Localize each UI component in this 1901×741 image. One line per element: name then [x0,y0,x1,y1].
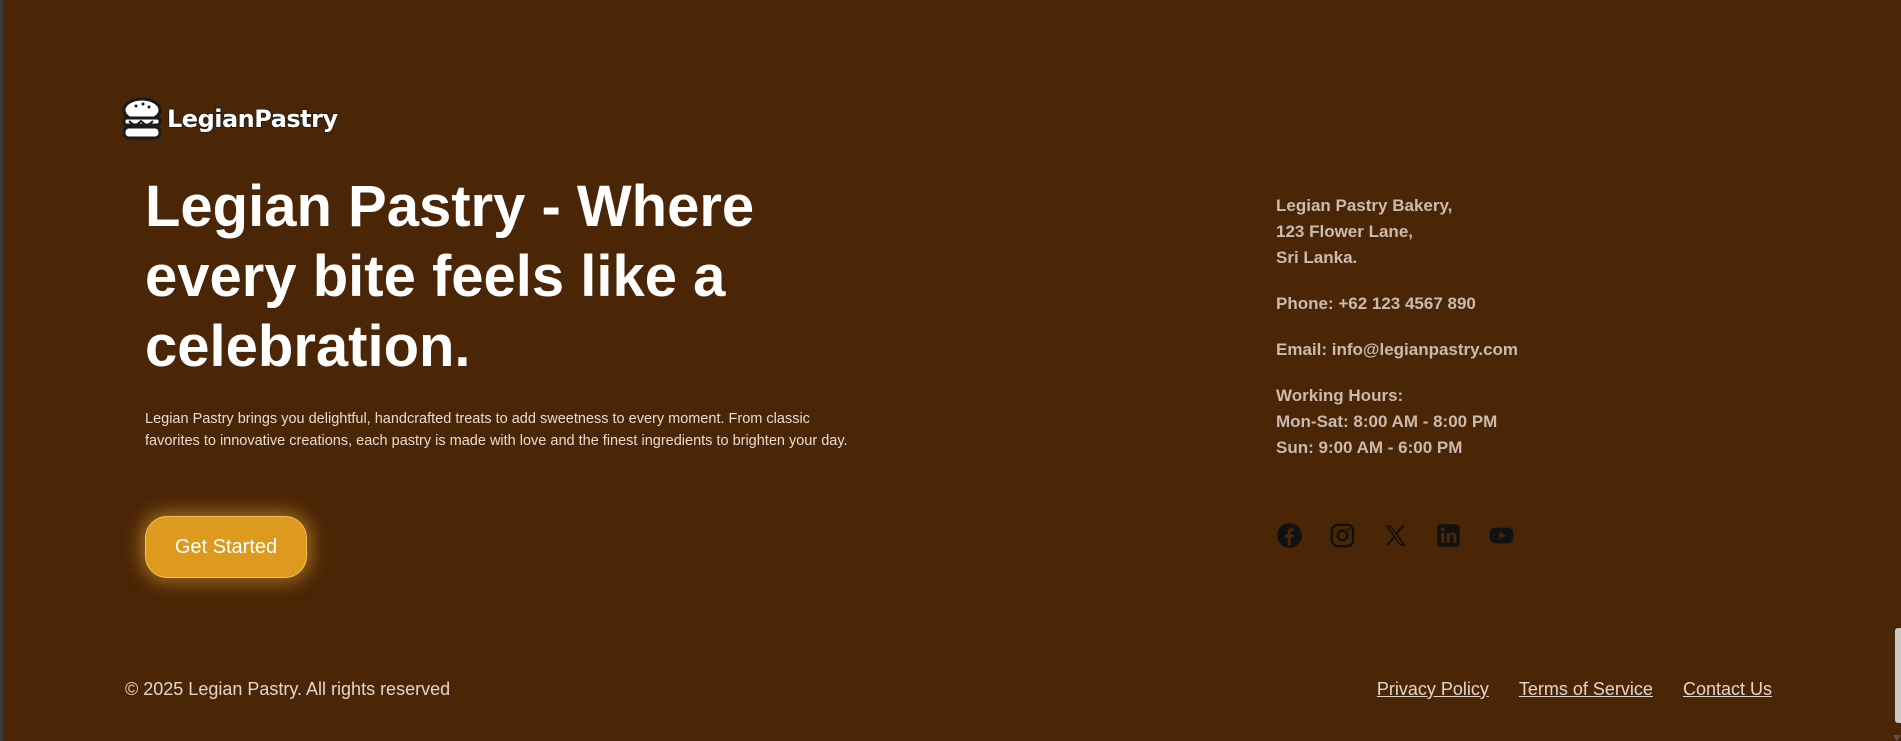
working-hours-sunday: Sun: 9:00 AM - 6:00 PM [1276,438,1463,457]
address-line: Legian Pastry Bakery, [1276,196,1453,215]
footer-nav: Privacy Policy Terms of Service Contact … [1377,679,1772,700]
scroll-down-arrow-icon[interactable] [1893,735,1901,741]
email-address: Email: info@legianpastry.com [1276,340,1519,359]
contact-info: Legian Pastry Bakery, 123 Flower Lane, S… [1276,193,1606,461]
facebook-icon[interactable] [1276,522,1303,549]
address-line: Sri Lanka. [1276,248,1358,267]
contact-us-link[interactable]: Contact Us [1683,679,1772,700]
address-line: 123 Flower Lane, [1276,222,1413,241]
phone-number: Phone: +62 123 4567 890 [1276,294,1476,313]
youtube-icon[interactable] [1488,522,1515,549]
terms-of-service-link[interactable]: Terms of Service [1519,679,1653,700]
x-icon[interactable] [1382,522,1409,549]
footer-section: LegianPastry Legian Pastry - Where every… [0,0,1901,741]
get-started-button[interactable]: Get Started [145,516,307,578]
working-hours-title: Working Hours: [1276,386,1404,405]
hero-description: Legian Pastry brings you delightful, han… [145,411,848,449]
social-links [1276,522,1515,549]
working-hours-weekdays: Mon-Sat: 8:00 AM - 8:00 PM [1276,412,1498,431]
privacy-policy-link[interactable]: Privacy Policy [1377,679,1489,700]
brand-logo[interactable]: LegianPastry [121,96,339,142]
hero-headline: Legian Pastry - Where every bite feels l… [145,174,755,379]
copyright-text: © 2025 Legian Pastry. All rights reserve… [125,679,451,699]
brand-name: LegianPastry [166,104,339,134]
instagram-icon[interactable] [1329,522,1356,549]
linkedin-icon[interactable] [1435,522,1462,549]
burger-logo-icon [122,97,162,140]
scrollbar[interactable] [1893,0,1901,741]
scrollbar-thumb[interactable] [1895,628,1901,723]
